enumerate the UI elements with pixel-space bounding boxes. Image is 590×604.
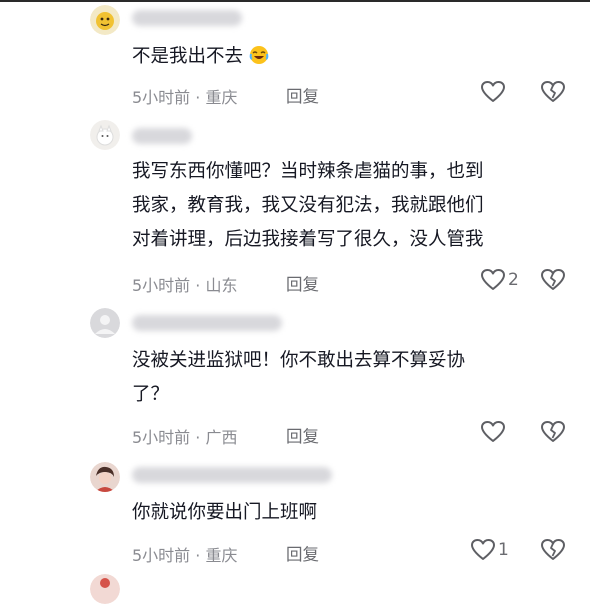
broken-heart-icon <box>540 268 566 292</box>
comment-time: 5小时前 <box>132 546 191 565</box>
comment-location: 重庆 <box>205 88 238 107</box>
avatar[interactable] <box>90 308 120 338</box>
like-button[interactable] <box>480 420 508 444</box>
comment-time: 5小时前 <box>132 428 191 447</box>
comment-meta: 5小时前 · 重庆 <box>132 88 238 107</box>
comment-time: 5小时前 <box>132 88 191 107</box>
avatar[interactable] <box>90 5 120 35</box>
reply-button[interactable]: 回复 <box>286 423 319 447</box>
comment-location: 重庆 <box>205 546 238 565</box>
heart-icon <box>470 538 496 562</box>
like-count: 1 <box>498 540 509 560</box>
reply-button[interactable]: 回复 <box>286 541 319 565</box>
avatar[interactable] <box>90 462 120 492</box>
dislike-button[interactable] <box>540 80 566 104</box>
broken-heart-icon <box>540 538 566 562</box>
reply-button[interactable]: 回复 <box>286 83 319 107</box>
top-divider <box>0 0 590 2</box>
comment-meta: 5小时前 · 山东 <box>132 276 238 295</box>
dislike-button[interactable] <box>540 268 566 292</box>
reply-button[interactable]: 回复 <box>286 271 319 295</box>
dislike-button[interactable] <box>540 420 566 444</box>
like-button[interactable]: 1 <box>470 538 509 562</box>
avatar[interactable] <box>90 574 120 604</box>
comment-time: 5小时前 <box>132 276 191 295</box>
avatar[interactable] <box>90 120 120 150</box>
heart-icon <box>480 420 506 444</box>
crying-laughing-emoji-icon <box>249 43 269 77</box>
comment-text: 你就说你要出门上班啊 <box>132 502 318 523</box>
comment-text: 没被关进监狱吧！你不敢出去算不算妥协 了？ <box>132 350 466 405</box>
comment-meta: 5小时前 · 重庆 <box>132 546 238 565</box>
username-redacted[interactable] <box>132 315 282 331</box>
like-count: 2 <box>508 270 519 290</box>
username-redacted[interactable] <box>132 467 332 483</box>
comment-location: 山东 <box>205 276 238 295</box>
dislike-button[interactable] <box>540 538 566 562</box>
comment-text: 我写东西你懂吧？当时辣条虐猫的事，也到 我家，教育我，我又没有犯法，我就跟他们 … <box>132 161 484 250</box>
username-redacted[interactable] <box>132 128 192 144</box>
like-button[interactable] <box>480 80 508 104</box>
comment-text: 不是我出不去 <box>132 40 572 77</box>
like-button[interactable]: 2 <box>480 268 519 292</box>
comment-meta: 5小时前 · 广西 <box>132 428 238 447</box>
comment-location: 广西 <box>205 428 238 447</box>
username-redacted[interactable] <box>132 10 242 26</box>
broken-heart-icon <box>540 80 566 104</box>
heart-icon <box>480 268 506 292</box>
broken-heart-icon <box>540 420 566 444</box>
heart-icon <box>480 80 506 104</box>
